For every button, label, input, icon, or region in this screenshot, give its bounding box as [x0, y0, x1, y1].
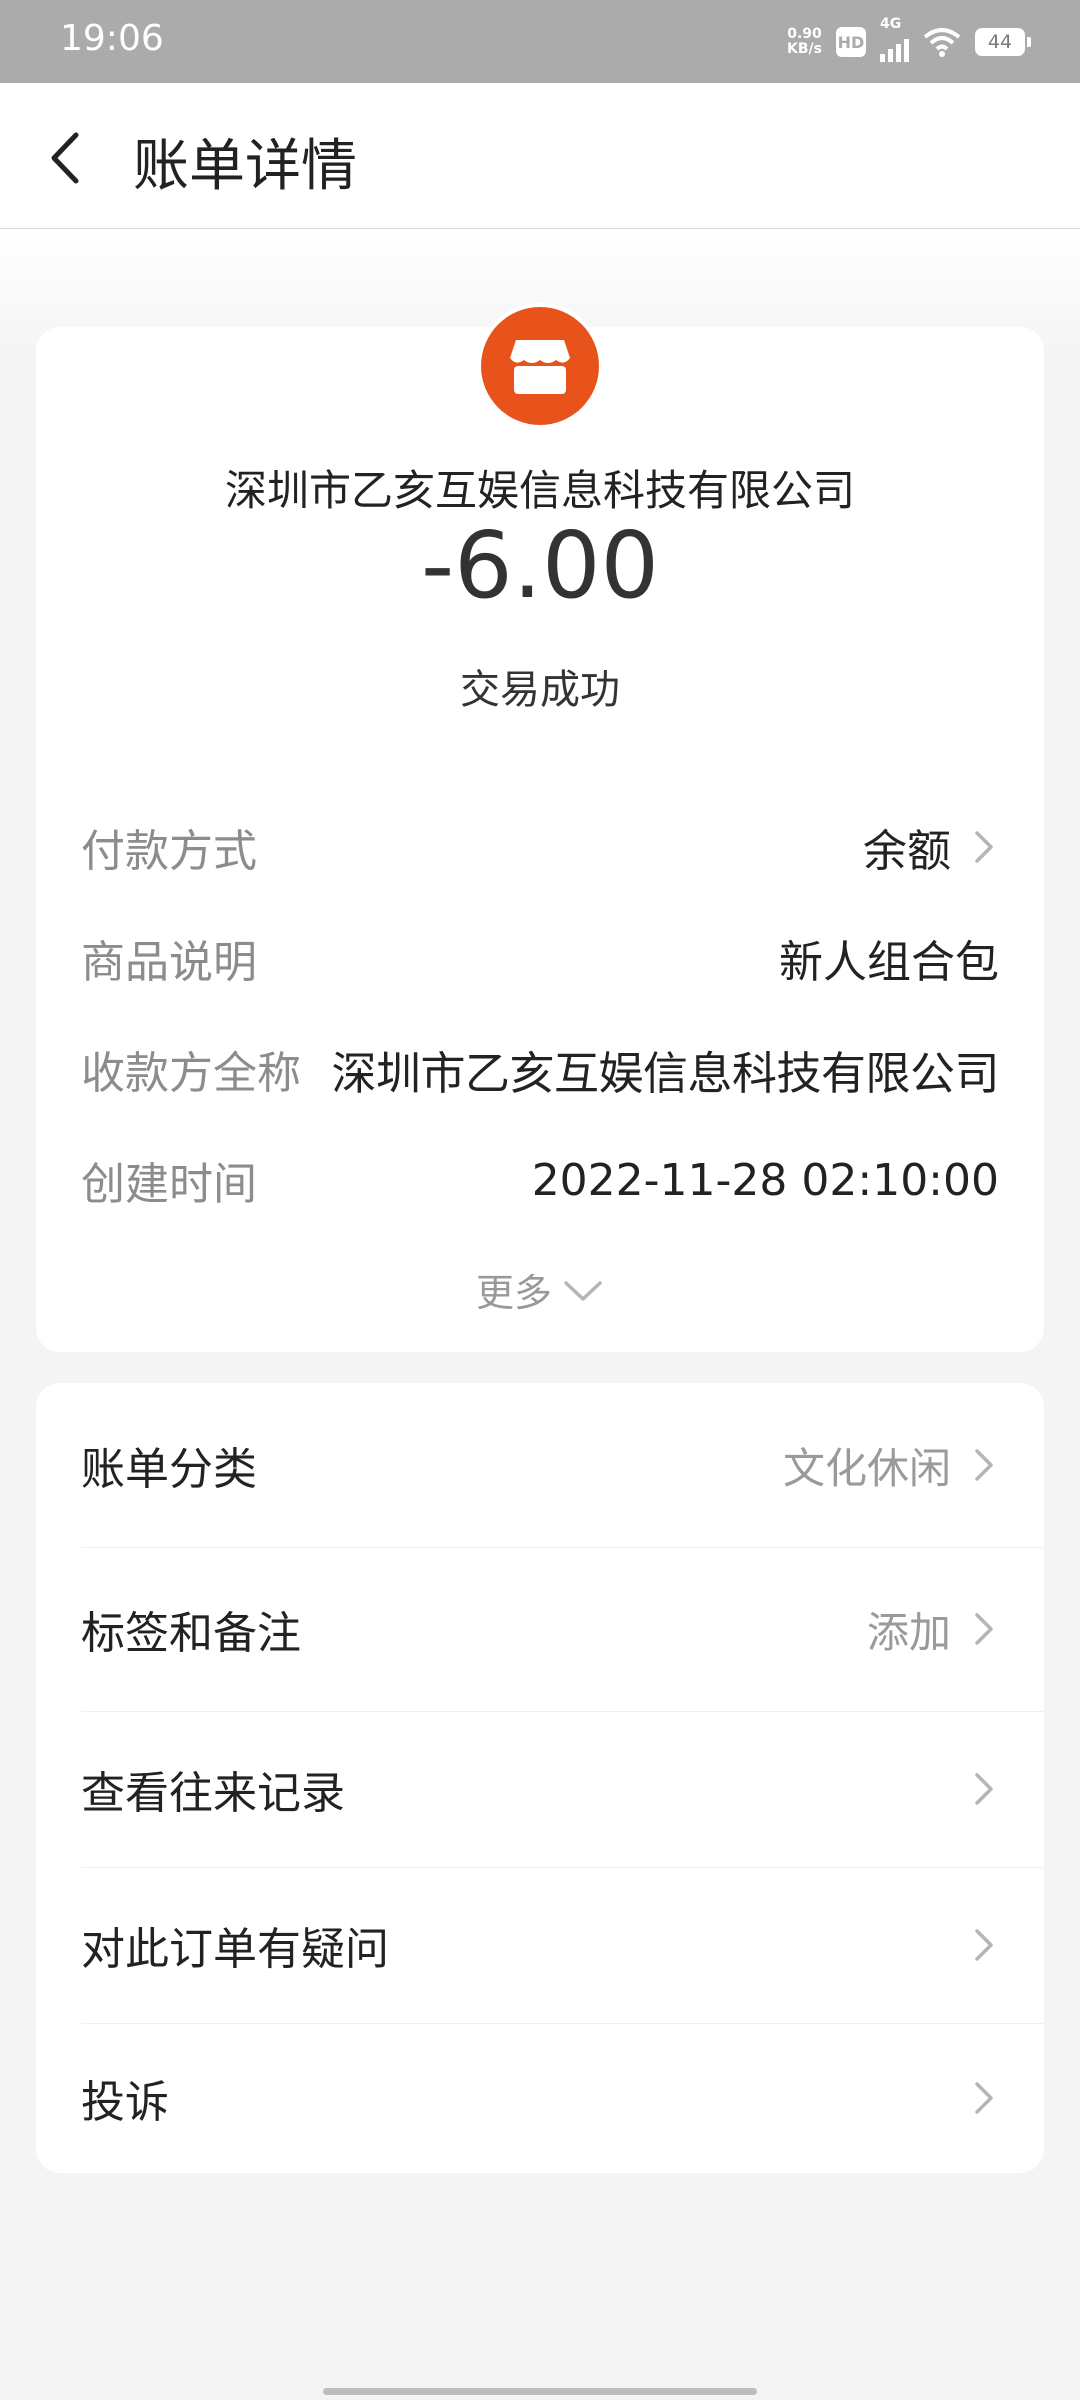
status-icons: 0.90 KB/s HD 4G 44 [787, 16, 1031, 64]
menu-label: 对此订单有疑问 [81, 1924, 389, 1975]
home-indicator[interactable] [323, 2388, 757, 2395]
menu-label: 账单分类 [81, 1444, 257, 1495]
chevron-down-icon [564, 1280, 602, 1301]
detail-row-payee: 收款方全称 深圳市乙亥互娱信息科技有限公司 [81, 1039, 999, 1100]
battery-icon: 44 [975, 28, 1031, 56]
chevron-right-icon [975, 831, 993, 863]
chevron-right-icon [975, 1929, 993, 1961]
menu-item-transaction-history[interactable]: 查看往来记录 [81, 1711, 1044, 1868]
menu-item-order-question[interactable]: 对此订单有疑问 [81, 1867, 1044, 2024]
cell-signal-icon: 4G [880, 16, 909, 62]
chevron-right-icon [975, 2082, 993, 2114]
menu-value: 文化休闲 [782, 1443, 951, 1493]
transaction-card: 深圳市乙亥互娱信息科技有限公司 -6.00 交易成功 付款方式 余额 商品说明 … [36, 303, 1044, 1352]
detail-label: 付款方式 [81, 826, 257, 877]
hd-icon: HD [836, 27, 866, 57]
store-icon [510, 340, 570, 394]
detail-label: 商品说明 [81, 937, 257, 988]
menu-label: 查看往来记录 [81, 1768, 345, 1819]
chevron-right-icon [975, 1613, 993, 1645]
chevron-left-icon[interactable] [40, 123, 100, 193]
transaction-status: 交易成功 [460, 667, 620, 713]
chevron-right-icon [975, 1773, 993, 1805]
menu-item-bill-category[interactable]: 账单分类 文化休闲 [81, 1383, 1044, 1548]
status-time: 19:06 [60, 18, 164, 59]
detail-value: 深圳市乙亥互娱信息科技有限公司 [331, 1046, 999, 1100]
wifi-icon [923, 28, 961, 57]
detail-value: 新人组合包 [779, 937, 999, 988]
chevron-right-icon [975, 1449, 993, 1481]
page-title: 账单详情 [133, 134, 357, 199]
status-bar: 19:06 0.90 KB/s HD 4G 44 [0, 0, 1080, 83]
detail-row-payment-method[interactable]: 付款方式 余额 [81, 817, 999, 877]
merchant-name: 深圳市乙亥互娱信息科技有限公司 [224, 466, 855, 515]
transaction-amount: -6.00 [420, 512, 660, 619]
more-label: 更多 [475, 1271, 552, 1315]
menu-label: 标签和备注 [81, 1608, 301, 1659]
menu-item-tags-notes[interactable]: 标签和备注 添加 [81, 1547, 1044, 1712]
menu-value: 添加 [866, 1607, 951, 1657]
detail-label: 收款方全称 [81, 1048, 301, 1099]
more-button[interactable]: 更多 [36, 1262, 1044, 1317]
detail-row-product: 商品说明 新人组合包 [81, 928, 999, 988]
detail-value: 2022-11-28 02:10:00 [531, 1154, 999, 1206]
app-header: 账单详情 [0, 83, 1080, 229]
menu-item-complaint[interactable]: 投诉 [81, 2023, 1044, 2173]
detail-row-created-time: 创建时间 2022-11-28 02:10:00 [81, 1150, 999, 1211]
network-speed: 0.90 KB/s [787, 26, 822, 57]
merchant-logo [477, 303, 603, 429]
menu-label: 投诉 [81, 2077, 169, 2128]
detail-value: 余额 [863, 826, 951, 877]
detail-label: 创建时间 [81, 1159, 257, 1210]
action-menu-card: 账单分类 文化休闲 标签和备注 添加 查看往来记录 对此订单有疑问 投诉 [36, 1383, 1044, 2173]
